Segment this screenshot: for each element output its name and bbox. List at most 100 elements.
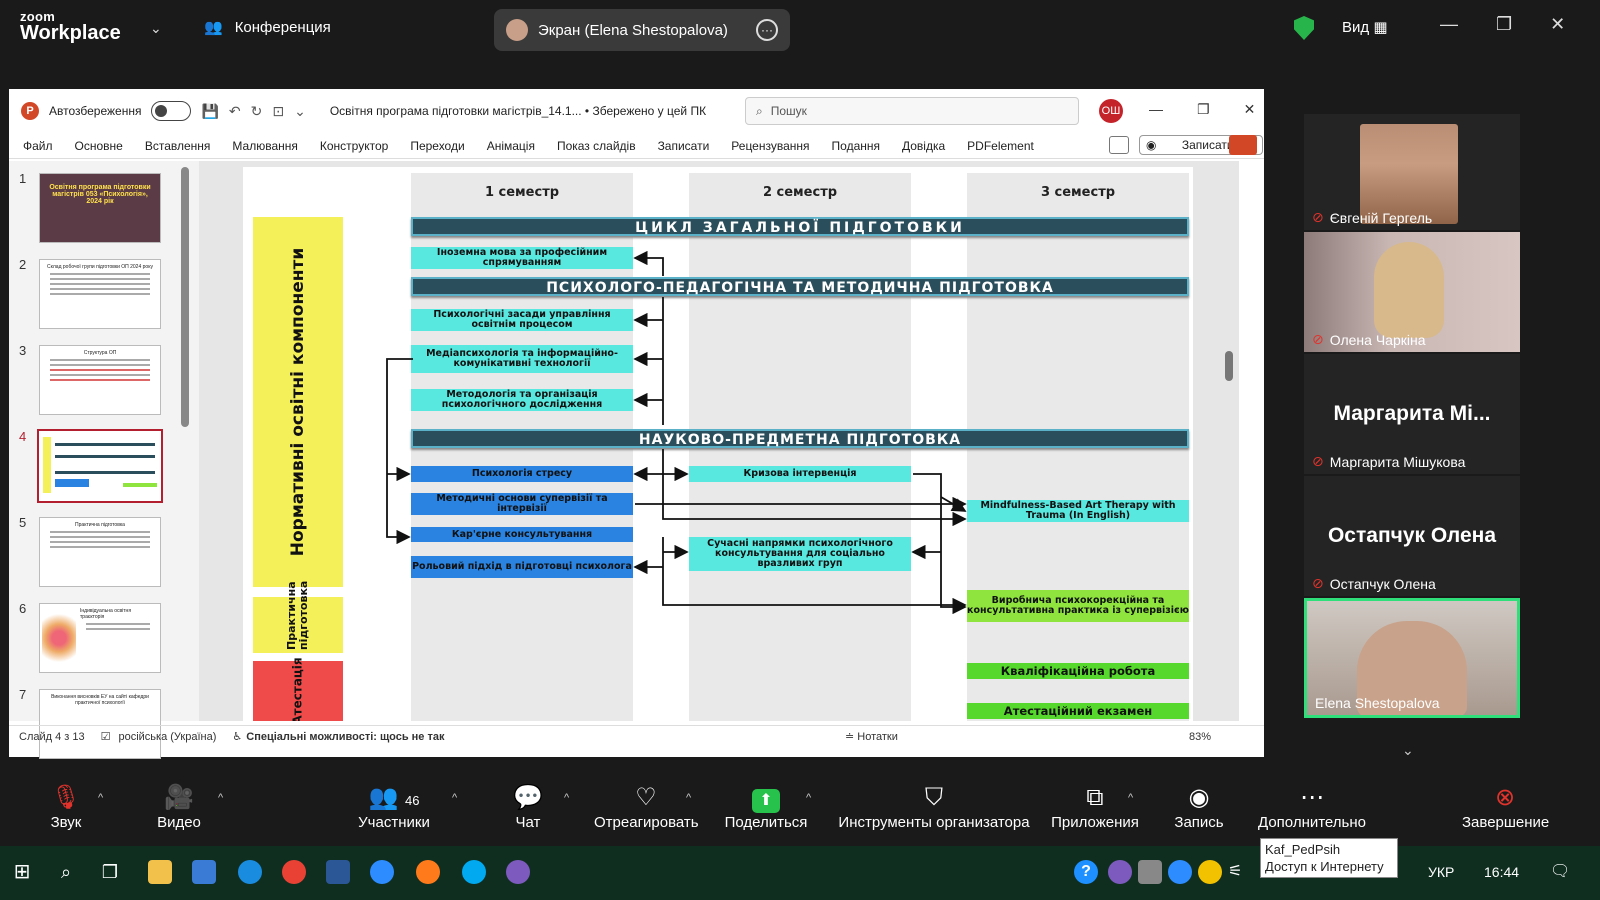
task-view-icon[interactable]: ❐ — [98, 860, 122, 884]
tray-plus-icon[interactable] — [1198, 860, 1222, 884]
tab-insert[interactable]: Вставлення — [145, 139, 211, 153]
slide-thumbnail-6[interactable]: Індивідуальна освітня траєкторія — [39, 603, 161, 673]
tab-file[interactable]: Файл — [23, 139, 53, 153]
view-button[interactable]: Вид ▦ — [1342, 18, 1388, 36]
apps-button[interactable]: ⧉ Приложения — [1050, 782, 1140, 831]
search-box[interactable]: ⌕ Пошук — [745, 97, 1079, 125]
notifications-icon[interactable]: 🗨 — [1550, 860, 1574, 884]
participant-tile[interactable]: Остапчук Олена ⊘ Остапчук Олена — [1304, 476, 1520, 596]
slide-thumbnail-4[interactable] — [37, 429, 163, 503]
language-status[interactable]: російська (Україна) — [118, 731, 216, 743]
host-tools-button[interactable]: ⛉ Инструменты организатора — [836, 782, 1032, 831]
slide-scrollbar[interactable] — [1225, 351, 1233, 381]
tab-pdfelement[interactable]: PDFelement — [967, 139, 1034, 153]
autosave-toggle[interactable] — [151, 101, 192, 121]
react-button[interactable]: ♡ Отреагировать — [594, 782, 699, 831]
windows-start-icon[interactable]: ⊞ — [10, 860, 34, 884]
minimize-icon[interactable]: — — [1149, 101, 1163, 118]
chevron-down-icon[interactable]: ⌄ — [1402, 742, 1420, 758]
customize-toolbar-icon[interactable]: ⌄ — [294, 103, 306, 120]
save-icon[interactable]: 💾 — [201, 103, 218, 120]
thumbnail-scrollbar[interactable] — [181, 167, 189, 427]
tab-transitions[interactable]: Переходи — [410, 139, 464, 153]
chevron-up-icon[interactable]: ^ — [452, 792, 457, 804]
slide-thumbnail-1[interactable]: Освітня програма підготовки магістрів 05… — [39, 173, 161, 243]
chevron-up-icon[interactable]: ^ — [806, 792, 811, 804]
participant-tile[interactable]: ⊘ Олена Чаркіна — [1304, 232, 1520, 352]
share-screen-button[interactable]: ⬆ Поделиться — [724, 782, 808, 831]
firefox-icon[interactable] — [416, 860, 440, 884]
store-icon[interactable] — [192, 860, 216, 884]
conference-info-button[interactable]: 👥 Конференция — [204, 18, 331, 37]
slide-thumbnail-3[interactable]: Структура ОП — [39, 345, 161, 415]
share-button[interactable] — [1229, 135, 1257, 155]
document-title[interactable]: Освітня програма підготовки магістрів_14… — [330, 104, 706, 118]
input-language[interactable]: УКР — [1428, 864, 1454, 880]
minimize-icon[interactable]: — — [1440, 14, 1458, 35]
participant-tile[interactable]: ⊘ Євгеній Гергель — [1304, 114, 1520, 230]
comments-button[interactable] — [1109, 136, 1129, 154]
tab-record[interactable]: Записати — [658, 139, 710, 153]
viber-tray-icon[interactable] — [1108, 860, 1132, 884]
undo-icon[interactable]: ↶ — [229, 103, 241, 120]
close-icon[interactable]: ✕ — [1244, 101, 1256, 118]
chevron-up-icon[interactable]: ^ — [1128, 792, 1133, 804]
skype-icon[interactable] — [462, 860, 486, 884]
user-avatar[interactable]: ОШ — [1099, 99, 1123, 123]
tab-animations[interactable]: Анімація — [487, 139, 535, 153]
chevron-up-icon[interactable]: ^ — [564, 792, 569, 804]
tray-app-icon[interactable] — [1138, 860, 1162, 884]
more-icon[interactable]: ··· — [756, 19, 778, 41]
chrome-icon[interactable] — [282, 860, 306, 884]
slide-thumbnail-5[interactable]: Практична підготовка — [39, 517, 161, 587]
tab-view[interactable]: Подання — [832, 139, 880, 153]
search-icon[interactable]: ⌕ — [54, 860, 78, 884]
restore-icon[interactable]: ❐ — [1496, 14, 1512, 35]
slide-thumbnail-2[interactable]: Склад робочої групи підготовки ОП 2024 р… — [39, 259, 161, 329]
notes-button[interactable]: ≐ Нотатки — [845, 730, 898, 743]
participant-tile-active-speaker[interactable]: Elena Shestopalova — [1304, 598, 1520, 718]
accessibility-status[interactable]: Спеціальні можливості: щось не так — [246, 731, 444, 743]
participant-tile[interactable]: Маргарита Mi... ⊘ Маргарита Мішукова — [1304, 354, 1520, 474]
spellcheck-icon[interactable]: ☑ — [101, 730, 111, 743]
zoom-icon[interactable] — [370, 860, 394, 884]
slide-thumbnail-7[interactable]: Виконання висновків ЕУ на сайті кафедри … — [39, 689, 161, 759]
tab-review[interactable]: Рецензування — [731, 139, 809, 153]
presentation-icon[interactable]: ⊡ — [272, 103, 284, 120]
screen-share-indicator[interactable]: Экран (Elena Shestopalova) ··· — [494, 9, 790, 51]
accessibility-icon: ♿ — [232, 731, 243, 743]
audio-button[interactable]: 🎙 Звук — [46, 782, 86, 831]
chevron-up-icon[interactable]: ^ — [218, 792, 223, 804]
file-explorer-icon[interactable] — [148, 860, 172, 884]
maximize-icon[interactable]: ❐ — [1197, 101, 1210, 118]
taskbar-clock[interactable]: 16:44 — [1484, 864, 1519, 880]
zoom-tray-icon[interactable] — [1168, 860, 1192, 884]
participants-button[interactable]: 👥 46 Участники — [356, 782, 432, 831]
logo-line2: Workplace — [20, 22, 121, 44]
slide-canvas[interactable]: 1 семестр 2 семестр 3 семестр Нормативні… — [243, 167, 1193, 721]
wifi-icon[interactable]: ⚟ — [1228, 860, 1252, 884]
chat-button[interactable]: 💬 Чат — [508, 782, 548, 831]
participant-name-text: Олена Чаркіна — [1329, 331, 1426, 348]
edge-icon[interactable] — [238, 860, 262, 884]
word-icon[interactable] — [326, 860, 350, 884]
video-button[interactable]: 🎥 Видео — [154, 782, 204, 831]
close-icon[interactable]: ✕ — [1550, 14, 1565, 35]
end-meeting-button[interactable]: ⊗ Завершение — [1462, 782, 1549, 831]
chevron-up-icon[interactable]: ^ — [98, 792, 103, 804]
chevron-up-icon[interactable]: ^ — [686, 792, 691, 804]
tab-design[interactable]: Конструктор — [320, 139, 388, 153]
redo-icon[interactable]: ↻ — [251, 103, 263, 120]
record-button[interactable]: ◉ Запись — [1174, 782, 1224, 831]
chevron-down-icon[interactable]: ⌄ — [150, 20, 162, 37]
viber-icon[interactable] — [506, 860, 530, 884]
tab-slideshow[interactable]: Показ слайдів — [557, 139, 636, 153]
shield-icon[interactable] — [1294, 16, 1314, 40]
tab-help[interactable]: Довідка — [902, 139, 945, 153]
tab-home[interactable]: Основне — [75, 139, 123, 153]
help-icon[interactable]: ? — [1074, 860, 1098, 884]
tab-draw[interactable]: Малювання — [232, 139, 297, 153]
more-button[interactable]: ⋯ Дополнительно — [1256, 782, 1368, 831]
zoom-level[interactable]: 83% — [1189, 731, 1211, 743]
thumb3-title: Структура ОП — [83, 350, 117, 356]
